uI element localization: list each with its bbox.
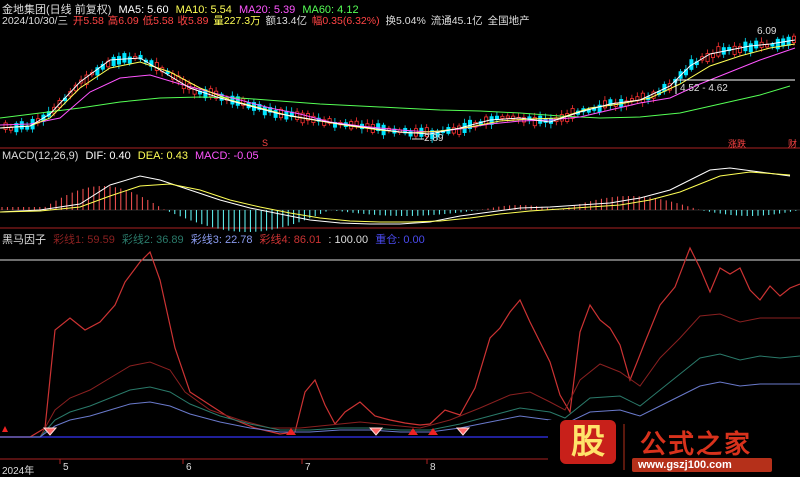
- candle-body: [8, 127, 13, 131]
- candle-body: [505, 115, 510, 119]
- candle-body: [127, 56, 132, 64]
- quote-info: 2024/10/30/三 开5.58 高6.09 低5.58 收5.89 量22…: [2, 13, 534, 28]
- time-label-jul: 7: [305, 462, 311, 473]
- heavy-label: 重仓: 0.00: [375, 234, 425, 246]
- quote-high: 高6.09: [107, 15, 139, 27]
- candle-body: [494, 115, 499, 120]
- factor-header: 黑马因子 彩线1: 59.59 彩线2: 36.89 彩线3: 22.78 彩线…: [2, 231, 429, 247]
- candle-body: [262, 106, 267, 116]
- candle-body: [754, 40, 759, 49]
- candle-body: [111, 56, 116, 67]
- dif-line: [0, 167, 791, 225]
- quote-volume: 量227.3万: [213, 15, 261, 27]
- line1-darkred: [0, 313, 800, 438]
- line1-label: 彩线1: 59.59: [53, 234, 115, 246]
- quote-sector: 全国地产: [487, 15, 530, 27]
- low-price-label: 2.89: [424, 133, 444, 144]
- line3-label: 彩线3: 22.78: [190, 234, 253, 246]
- marker-limit[interactable]: 涨跌: [728, 137, 746, 150]
- candle-body: [19, 121, 24, 130]
- quote-date: 2024/10/30/三: [2, 15, 68, 27]
- quote-turnover: 换5.04%: [385, 15, 426, 27]
- quote-change: 幅0.35(6.32%): [311, 15, 380, 27]
- line4-red: [0, 246, 800, 438]
- support-range-label: 4.52 - 4.62: [680, 83, 728, 94]
- line2-label: 彩线2: 36.89: [121, 234, 184, 246]
- dea-line: [0, 171, 791, 223]
- macd-label: MACD: -0.05: [195, 150, 259, 162]
- watermark-url: www.gszj100.com: [638, 459, 732, 471]
- time-label-jun: 6: [186, 462, 192, 473]
- candle-body: [117, 56, 122, 65]
- candle-body: [748, 43, 753, 53]
- candle-body: [500, 115, 505, 119]
- factor-title[interactable]: 黑马因子: [2, 234, 46, 246]
- watermark-title: 公式之家: [640, 430, 753, 460]
- macd-header: MACD(12,26,9) DIF: 0.40 DEA: 0.43 MACD: …: [2, 150, 263, 162]
- candle-body: [538, 115, 543, 124]
- dif-label: DIF: 0.40: [85, 150, 131, 162]
- candle-body: [792, 35, 797, 43]
- line4-label: 彩线4: 86.01: [259, 234, 322, 246]
- candle-body: [630, 98, 635, 102]
- candle-body: [716, 46, 721, 57]
- candlesticks: [3, 33, 797, 143]
- candle-body: [451, 127, 456, 134]
- candle-body: [603, 100, 608, 109]
- candle-body: [457, 125, 462, 135]
- time-label-aug: 8: [430, 462, 436, 473]
- quote-float: 流通45.1亿: [430, 15, 483, 27]
- macd-title[interactable]: MACD(12,26,9): [2, 150, 78, 162]
- marker-s[interactable]: S: [262, 138, 268, 148]
- time-label-may: 5: [63, 462, 69, 473]
- high-price-label: 6.09: [757, 26, 777, 37]
- quote-low: 低5.58: [142, 15, 174, 27]
- dea-label: DEA: 0.43: [137, 150, 188, 162]
- candle-body: [25, 126, 30, 130]
- quote-open: 开5.58: [72, 15, 104, 27]
- marker-fin[interactable]: 财: [788, 137, 797, 150]
- watermark-logo: 股: [560, 420, 616, 464]
- candle-body: [122, 53, 127, 63]
- candle-body: [3, 122, 8, 130]
- quote-close: 收5.89: [177, 15, 209, 27]
- quote-amount: 额13.4亿: [265, 15, 307, 27]
- ref-line-label: : 100.00: [328, 234, 369, 246]
- ma60-line: [0, 85, 791, 119]
- candle-body: [732, 45, 737, 55]
- candle-body: [765, 44, 770, 48]
